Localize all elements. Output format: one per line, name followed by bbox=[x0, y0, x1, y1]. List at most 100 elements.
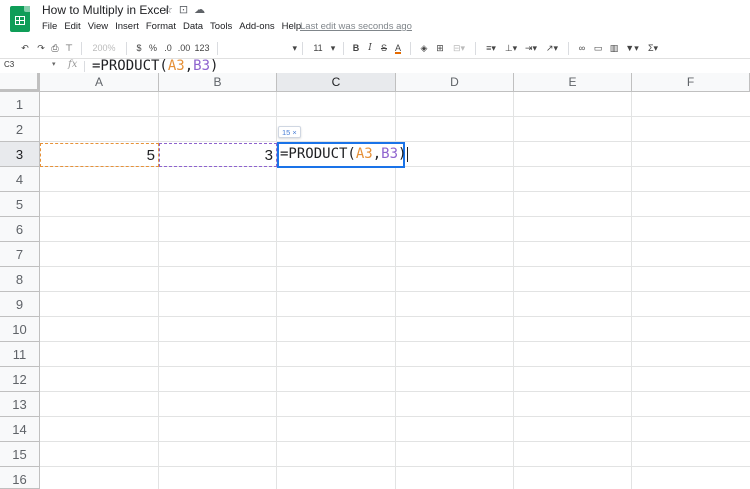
select-all-corner[interactable] bbox=[0, 73, 40, 92]
move-to-folder-icon[interactable]: ⊡ bbox=[179, 3, 188, 16]
formula-ref-b3: B3 bbox=[193, 58, 211, 74]
bold-button[interactable]: B bbox=[349, 43, 363, 53]
formula-divider bbox=[84, 61, 85, 72]
row-header-4[interactable]: 4 bbox=[0, 167, 40, 192]
more-formats-button[interactable]: 123 bbox=[192, 43, 212, 53]
row-header-13[interactable]: 13 bbox=[0, 392, 40, 417]
document-title[interactable]: How to Multiply in Excel bbox=[42, 3, 169, 17]
menu-view[interactable]: View bbox=[84, 21, 111, 32]
row-header-8[interactable]: 8 bbox=[0, 267, 40, 292]
cell-a3[interactable]: 5 bbox=[40, 143, 159, 167]
formula-input[interactable]: =PRODUCT(A3,B3) bbox=[92, 58, 218, 74]
text-cursor bbox=[407, 146, 409, 162]
currency-format-button[interactable]: $ bbox=[132, 43, 146, 53]
formula-bar: C3 ▾ fx =PRODUCT(A3,B3) bbox=[0, 58, 750, 74]
row-header-11[interactable]: 11 bbox=[0, 342, 40, 367]
star-icon[interactable]: ☆ bbox=[163, 3, 173, 16]
cell-formula-ref-b3: B3 bbox=[381, 146, 399, 162]
font-size-caret-icon[interactable]: ▾ bbox=[328, 43, 338, 54]
column-header-c[interactable]: C bbox=[277, 73, 396, 92]
gridline bbox=[40, 316, 750, 317]
cloud-status-icon[interactable]: ☁ bbox=[194, 3, 205, 16]
formula-close: ) bbox=[210, 58, 219, 74]
gridline bbox=[40, 366, 750, 367]
insert-link-icon[interactable]: ∞ bbox=[574, 43, 590, 53]
italic-button[interactable]: I bbox=[363, 43, 377, 53]
row-header-15[interactable]: 15 bbox=[0, 442, 40, 467]
title-icons: ☆ ⊡ ☁ bbox=[163, 3, 205, 16]
toolbar-divider bbox=[343, 41, 344, 55]
cell-c3-editor[interactable]: =PRODUCT(A3,B3) bbox=[277, 142, 409, 168]
borders-icon[interactable]: ⊞ bbox=[432, 43, 448, 54]
gridline bbox=[40, 391, 750, 392]
row-header-7[interactable]: 7 bbox=[0, 242, 40, 267]
gridline bbox=[40, 416, 750, 417]
row-header-16[interactable]: 16 bbox=[0, 467, 40, 489]
menu-insert[interactable]: Insert bbox=[112, 21, 143, 32]
row-header-6[interactable]: 6 bbox=[0, 217, 40, 242]
spreadsheet-grid[interactable]: A B C D E F 1 2 3 4 5 6 7 8 9 10 11 12 1… bbox=[0, 73, 750, 489]
strikethrough-button[interactable]: S bbox=[377, 43, 391, 53]
text-rotate-icon[interactable]: ↗▾ bbox=[541, 43, 563, 54]
zoom-select[interactable]: 200% bbox=[87, 43, 121, 53]
gridline bbox=[40, 116, 750, 117]
merge-cells-icon[interactable]: ⊟▾ bbox=[448, 43, 470, 54]
name-box[interactable]: C3 bbox=[4, 60, 14, 69]
title-bar: How to Multiply in Excel ☆ ⊡ ☁ File Edit… bbox=[0, 0, 750, 38]
text-color-button[interactable]: A bbox=[391, 43, 405, 53]
gridline bbox=[40, 441, 750, 442]
column-header-f[interactable]: F bbox=[632, 73, 750, 92]
row-header-14[interactable]: 14 bbox=[0, 417, 40, 442]
toolbar-divider bbox=[81, 41, 82, 55]
row-header-2[interactable]: 2 bbox=[0, 117, 40, 142]
row-header-3[interactable]: 3 bbox=[0, 142, 40, 167]
font-size-select[interactable]: 11 bbox=[308, 43, 328, 53]
menu-data[interactable]: Data bbox=[179, 21, 206, 32]
row-header-1[interactable]: 1 bbox=[0, 92, 40, 117]
column-header-d[interactable]: D bbox=[396, 73, 514, 92]
sheets-logo-icon[interactable] bbox=[10, 6, 30, 32]
gridline bbox=[40, 291, 750, 292]
fill-color-icon[interactable]: ◈ bbox=[416, 43, 432, 54]
formula-ref-a3: A3 bbox=[167, 58, 185, 74]
formula-result-preview: 15 × bbox=[278, 126, 301, 138]
menu-addons[interactable]: Add-ons bbox=[236, 21, 278, 32]
row-header-12[interactable]: 12 bbox=[0, 367, 40, 392]
column-header-b[interactable]: B bbox=[159, 73, 277, 92]
undo-icon[interactable]: ↶ bbox=[16, 43, 34, 54]
formula-comma: , bbox=[184, 58, 194, 74]
align-left-icon[interactable]: ≡▾ bbox=[481, 43, 501, 54]
increase-decimal-button[interactable]: .00 bbox=[176, 43, 192, 53]
gridline bbox=[40, 241, 750, 242]
cell-b3[interactable]: 3 bbox=[159, 143, 277, 167]
decrease-decimal-button[interactable]: .0 bbox=[160, 43, 176, 53]
filter-icon[interactable]: ▼▾ bbox=[622, 43, 642, 54]
paint-format-icon[interactable]: ⊤ bbox=[62, 43, 76, 54]
cell-formula-close: ) bbox=[398, 146, 407, 162]
column-header-e[interactable]: E bbox=[514, 73, 632, 92]
print-icon[interactable]: ⎙ bbox=[48, 43, 62, 54]
redo-icon[interactable]: ↷ bbox=[34, 43, 48, 54]
menu-bar: File Edit View Insert Format Data Tools … bbox=[42, 21, 305, 32]
column-header-a[interactable]: A bbox=[40, 73, 159, 92]
percent-format-button[interactable]: % bbox=[146, 43, 160, 53]
functions-icon[interactable]: Σ▾ bbox=[642, 43, 664, 54]
row-header-5[interactable]: 5 bbox=[0, 192, 40, 217]
fx-icon: fx bbox=[68, 59, 78, 70]
toolbar-divider bbox=[410, 41, 411, 55]
insert-comment-icon[interactable]: ▭ bbox=[590, 43, 606, 54]
vertical-align-icon[interactable]: ⊥▾ bbox=[501, 43, 521, 54]
menu-tools[interactable]: Tools bbox=[207, 21, 236, 32]
text-wrap-icon[interactable]: ⇥▾ bbox=[521, 43, 541, 54]
last-edit-status[interactable]: Last edit was seconds ago bbox=[300, 21, 412, 32]
menu-edit[interactable]: Edit bbox=[61, 21, 84, 32]
menu-format[interactable]: Format bbox=[142, 21, 179, 32]
font-family-select[interactable]: ▾ bbox=[223, 43, 297, 54]
row-header-9[interactable]: 9 bbox=[0, 292, 40, 317]
menu-file[interactable]: File bbox=[42, 21, 61, 32]
row-header-10[interactable]: 10 bbox=[0, 317, 40, 342]
name-box-caret-icon[interactable]: ▾ bbox=[52, 60, 56, 68]
gridline bbox=[40, 216, 750, 217]
insert-chart-icon[interactable]: ▥ bbox=[606, 43, 622, 54]
sum-symbol: Σ bbox=[647, 42, 654, 53]
